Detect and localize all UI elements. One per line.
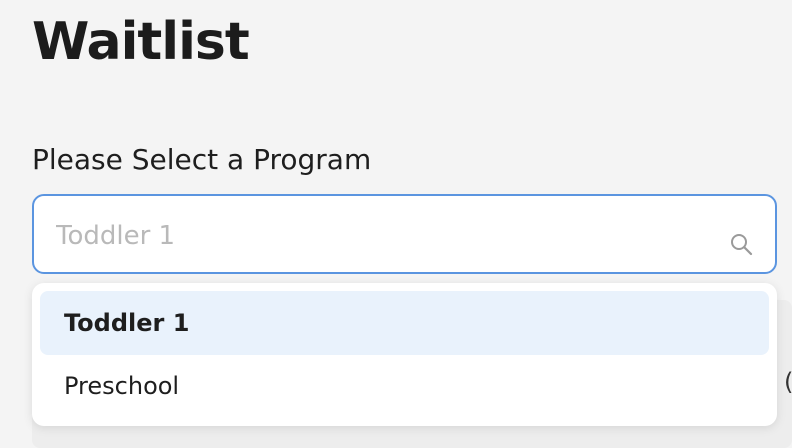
dropdown-option-preschool[interactable]: Preschool <box>40 354 769 418</box>
program-dropdown-menu: Toddler 1 Preschool <box>32 283 777 426</box>
page-title: Waitlist <box>32 12 250 72</box>
program-select-label: Please Select a Program <box>32 143 372 176</box>
clipped-background-text: ( <box>784 368 792 396</box>
program-search-box[interactable] <box>32 194 777 274</box>
program-search-input[interactable] <box>56 214 696 258</box>
dropdown-option-toddler-1[interactable]: Toddler 1 <box>40 291 769 355</box>
search-icon <box>731 234 753 256</box>
